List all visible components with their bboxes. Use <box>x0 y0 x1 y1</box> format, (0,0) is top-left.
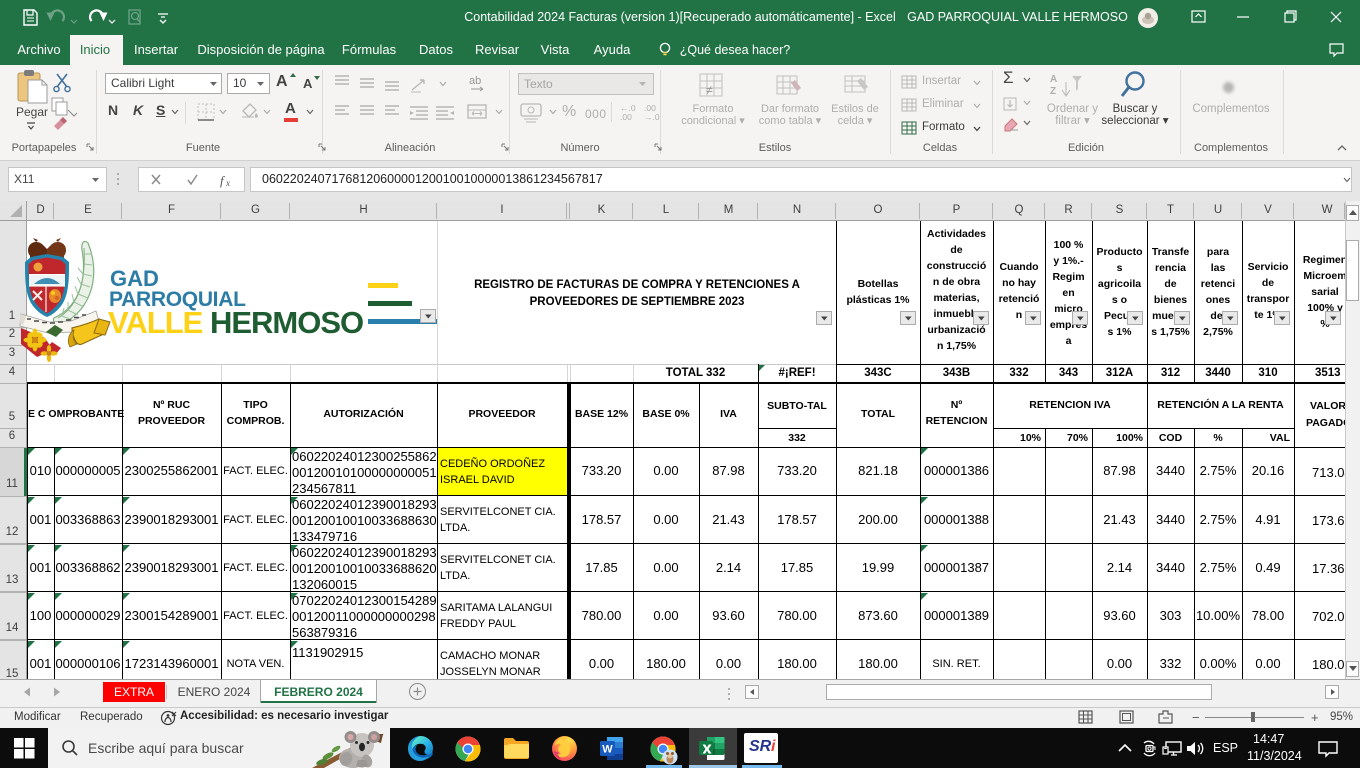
svg-text:A: A <box>1050 74 1057 85</box>
svg-text:W: W <box>602 744 613 756</box>
svg-text:ab: ab <box>469 75 481 87</box>
svg-text:→.0: →.0 <box>644 112 660 122</box>
svg-text:Z: Z <box>1050 86 1056 97</box>
svg-text:x: x <box>225 178 230 188</box>
svg-text:.00: .00 <box>620 112 632 122</box>
svg-text:≠: ≠ <box>706 83 713 97</box>
